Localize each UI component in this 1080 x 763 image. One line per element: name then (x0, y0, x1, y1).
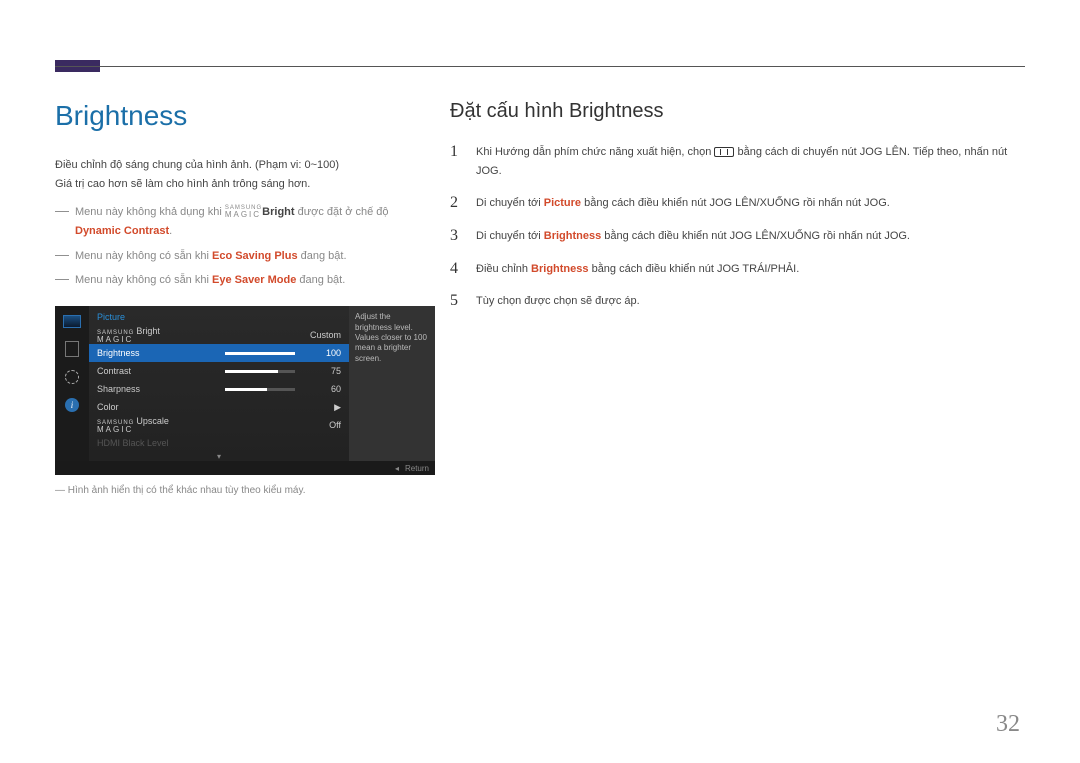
note-item: ―Menu này không có sẵn khi Eye Saver Mod… (55, 271, 420, 290)
osd-row: Color▶ (89, 398, 349, 416)
step-number: 5 (450, 292, 464, 310)
osd-row: HDMI Black Level (89, 434, 349, 452)
step-item: 4 Điều chỉnh Brightness bằng cách điều kh… (450, 260, 1025, 279)
osd-row: Sharpness60 (89, 380, 349, 398)
step-item: 5 Tùy chọn được chọn sẽ được áp. (450, 292, 1025, 311)
step-item: 2 Di chuyển tới Picture bằng cách điều kh… (450, 194, 1025, 213)
note-item: ―Menu này không có sẵn khi Eco Saving Pl… (55, 247, 420, 266)
steps-list: 1 Khi Hướng dẫn phím chức năng xuất hiện,… (450, 143, 1025, 311)
osd-row: SAMSUNGMAGICBrightCustom (89, 326, 349, 344)
osd-footer: ◂ Return (55, 461, 435, 475)
step-number: 2 (450, 194, 464, 212)
osd-sidebar: i (55, 306, 89, 461)
osd-return-label: Return (405, 464, 429, 473)
header-rule (55, 66, 1025, 67)
step-item: 3 Di chuyển tới Brightness bằng cách điều… (450, 227, 1025, 246)
osd-main-panel: Picture SAMSUNGMAGICBrightCustomBrightne… (89, 306, 349, 461)
note-item: ―Menu này không khả dụng khi SAMSUNGMAGI… (55, 203, 420, 240)
step-text: Di chuyển tới Picture bằng cách điều khi… (476, 194, 1025, 213)
osd-row: Brightness100 (89, 344, 349, 362)
step-number: 3 (450, 227, 464, 245)
step-item: 1 Khi Hướng dẫn phím chức năng xuất hiện,… (450, 143, 1025, 180)
down-arrow-icon: ▾ (89, 452, 349, 461)
right-column: Đặt cấu hình Brightness 1 Khi Hướng dẫn p… (450, 100, 1025, 325)
left-column: Brightness Điều chỉnh độ sáng chung của … (55, 100, 420, 496)
osd-screenshot: i Picture SAMSUNGMAGICBrightCustomBright… (55, 306, 435, 475)
monitor-icon (61, 312, 83, 330)
step-number: 4 (450, 260, 464, 278)
step-number: 1 (450, 143, 464, 161)
intro-para-1: Điều chỉnh độ sáng chung của hình ảnh. (… (55, 156, 420, 175)
page-number: 32 (996, 711, 1020, 738)
section-title: Brightness (55, 100, 420, 132)
step-text: Khi Hướng dẫn phím chức năng xuất hiện, … (476, 143, 1025, 180)
info-icon: i (61, 396, 83, 414)
step-text: Di chuyển tới Brightness bằng cách điều … (476, 227, 1025, 246)
left-triangle-icon: ◂ (395, 464, 399, 473)
osd-help-text: Adjust the brightness level. Values clos… (349, 306, 435, 461)
osd-row: SAMSUNGMAGICUpscaleOff (89, 416, 349, 434)
gear-icon (61, 368, 83, 386)
step-text: Điều chỉnh Brightness bằng cách điều khi… (476, 260, 1025, 279)
osd-panel-title: Picture (89, 306, 349, 326)
image-disclaimer: ― Hình ảnh hiển thị có thể khác nhau tùy… (55, 485, 420, 496)
osd-row: Contrast75 (89, 362, 349, 380)
intro-para-2: Giá trị cao hơn sẽ làm cho hình ảnh trôn… (55, 175, 420, 194)
menu-icon (714, 147, 734, 157)
step-text: Tùy chọn được chọn sẽ được áp. (476, 292, 1025, 311)
note-list: ―Menu này không khả dụng khi SAMSUNGMAGI… (55, 203, 420, 290)
config-heading: Đặt cấu hình Brightness (450, 100, 1025, 123)
document-icon (61, 340, 83, 358)
